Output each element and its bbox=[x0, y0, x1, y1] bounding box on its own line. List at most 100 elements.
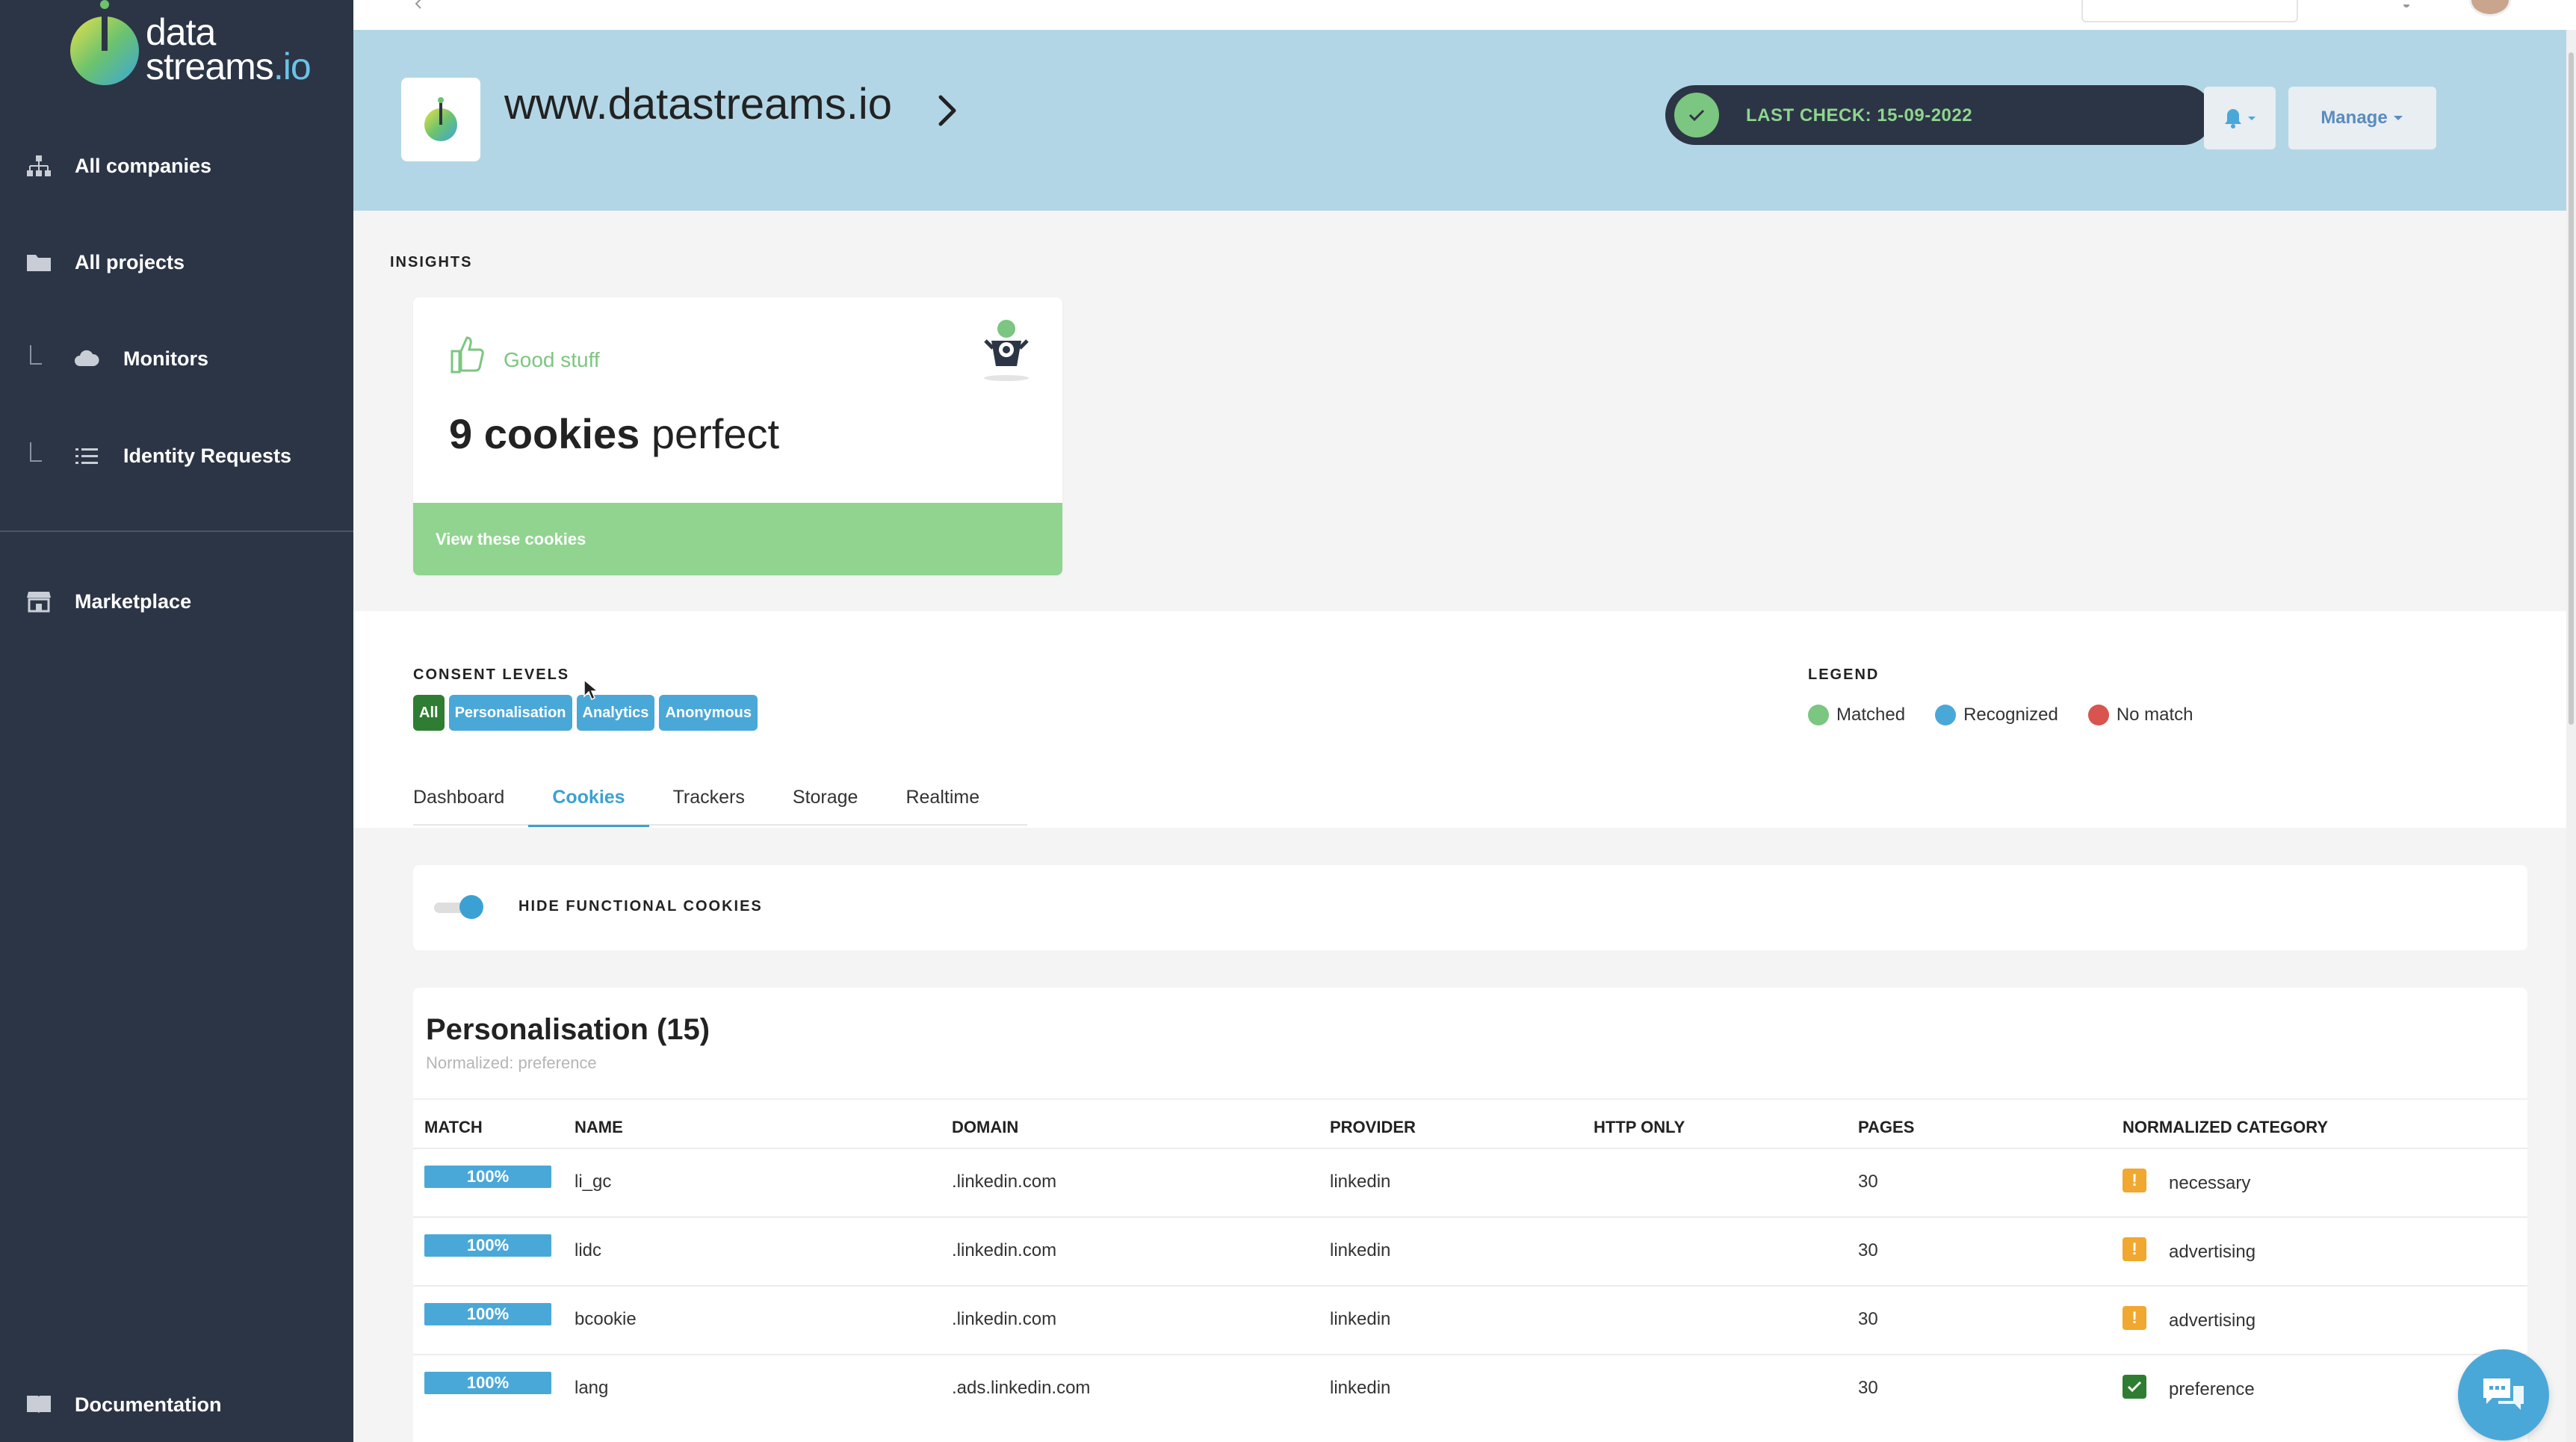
scrollbar[interactable] bbox=[2566, 30, 2576, 1442]
mouse-cursor-icon bbox=[583, 678, 598, 701]
notification-icon[interactable] bbox=[2395, 0, 2418, 7]
cookie-category: advertising bbox=[2169, 1242, 2256, 1262]
chip-anonymous[interactable]: Anonymous bbox=[659, 695, 758, 731]
match-badge: 100% bbox=[424, 1303, 551, 1325]
table-row[interactable]: 100% bcookie .linkedin.com linkedin 30 !… bbox=[413, 1285, 2527, 1354]
sitemap-icon bbox=[25, 152, 52, 179]
legend-no-match: No match bbox=[2087, 705, 2193, 725]
mascot-icon bbox=[984, 320, 1029, 381]
tree-branch-icon bbox=[30, 345, 42, 365]
notifications-button[interactable] bbox=[2204, 87, 2276, 149]
cookie-domain: .ads.linkedin.com bbox=[952, 1378, 1091, 1398]
warning-icon: ! bbox=[2123, 1169, 2146, 1192]
table-header: MATCH NAME DOMAIN PROVIDER HTTP ONLY PAG… bbox=[413, 1098, 2527, 1148]
cookie-domain: .linkedin.com bbox=[952, 1172, 1057, 1192]
checkbox-checked-icon bbox=[2123, 1375, 2146, 1399]
cookie-pages: 30 bbox=[1858, 1378, 1878, 1398]
tab-storage[interactable]: Storage bbox=[793, 781, 882, 826]
chip-all[interactable]: All bbox=[413, 695, 445, 731]
sidebar-item-label: Identity Requests bbox=[123, 444, 292, 467]
chevron-right-icon[interactable] bbox=[929, 88, 965, 133]
cookie-provider: linkedin bbox=[1330, 1309, 1391, 1329]
tab-realtime[interactable]: Realtime bbox=[905, 781, 1003, 826]
insight-card: Good stuff 9 cookies perfect View these … bbox=[413, 297, 1062, 575]
hide-functional-toggle[interactable] bbox=[434, 895, 483, 919]
cookie-provider: linkedin bbox=[1330, 1378, 1391, 1398]
tab-cookies[interactable]: Cookies bbox=[528, 781, 649, 827]
tree-branch-icon bbox=[30, 442, 42, 462]
legend-label: Matched bbox=[1836, 705, 1906, 725]
column-header-domain[interactable]: DOMAIN bbox=[952, 1118, 1018, 1137]
cookie-pages: 30 bbox=[1858, 1309, 1878, 1329]
book-icon bbox=[25, 1391, 52, 1418]
insight-count-rest: perfect bbox=[640, 410, 780, 457]
cookie-name: lidc bbox=[575, 1240, 602, 1260]
sidebar-item-label: All companies bbox=[75, 154, 212, 177]
chip-personalisation[interactable]: Personalisation bbox=[448, 695, 572, 731]
bell-icon bbox=[2225, 109, 2255, 129]
legend-dot bbox=[2087, 705, 2109, 725]
cookie-pages: 30 bbox=[1858, 1172, 1878, 1192]
toggle-label: HIDE FUNCTIONAL COOKIES bbox=[518, 898, 763, 915]
list-icon bbox=[73, 442, 100, 469]
cookie-name: bcookie bbox=[575, 1309, 637, 1329]
cookie-name: lang bbox=[575, 1378, 609, 1398]
search-input[interactable] bbox=[2081, 0, 2298, 22]
legend-matched: Matched bbox=[1808, 705, 1905, 725]
table-row[interactable]: 100% li_gc .linkedin.com linkedin 30 ! n… bbox=[413, 1148, 2527, 1216]
datastreams-logo[interactable]: data streams.io bbox=[69, 0, 312, 90]
last-check-label: LAST CHECK: 15-09-2022 bbox=[1746, 105, 1973, 126]
toggle-knob bbox=[459, 895, 483, 919]
cookie-pages: 30 bbox=[1858, 1240, 1878, 1260]
column-header-http-only[interactable]: HTTP ONLY bbox=[1594, 1118, 1685, 1137]
project-header: www.datastreams.io LAST CHECK: 15-09-202… bbox=[353, 30, 2566, 211]
cookie-name: li_gc bbox=[575, 1172, 612, 1192]
column-header-normalized-category[interactable]: NORMALIZED CATEGORY bbox=[2123, 1118, 2328, 1137]
legend: Matched Recognized No match bbox=[1808, 705, 2211, 725]
sidebar-item-documentation[interactable]: Documentation bbox=[0, 1375, 353, 1435]
filter-card: HIDE FUNCTIONAL COOKIES bbox=[413, 865, 2527, 950]
sidebar-item-monitors[interactable]: Monitors bbox=[0, 329, 353, 389]
chat-button[interactable] bbox=[2458, 1349, 2549, 1441]
caret-down-icon bbox=[2393, 116, 2403, 120]
warning-icon: ! bbox=[2123, 1237, 2146, 1261]
cookie-provider: linkedin bbox=[1330, 1172, 1391, 1192]
logo-mark-icon bbox=[70, 0, 139, 85]
warning-icon: ! bbox=[2123, 1306, 2146, 1330]
legend-heading: LEGEND bbox=[1808, 666, 1880, 683]
avatar[interactable] bbox=[2469, 0, 2511, 16]
cookie-domain: .linkedin.com bbox=[952, 1240, 1057, 1260]
legend-label: No match bbox=[2116, 705, 2193, 725]
sidebar-item-all-companies[interactable]: All companies bbox=[0, 136, 353, 196]
sidebar-item-label: Marketplace bbox=[75, 590, 192, 613]
insights-heading: INSIGHTS bbox=[390, 254, 473, 270]
manage-dropdown-button[interactable]: Manage bbox=[2288, 87, 2436, 149]
scrollbar-thumb[interactable] bbox=[2569, 52, 2574, 725]
cookie-table-card: Personalisation (15) Normalized: prefere… bbox=[413, 988, 2527, 1442]
legend-dot bbox=[1935, 705, 1957, 725]
tabs: Dashboard Cookies Trackers Storage Realt… bbox=[413, 781, 1028, 827]
column-header-name[interactable]: NAME bbox=[575, 1118, 623, 1137]
legend-label: Recognized bbox=[1963, 705, 2058, 725]
consent-levels-heading: CONSENT LEVELS bbox=[413, 666, 570, 683]
cookie-category: necessary bbox=[2169, 1173, 2251, 1193]
table-row[interactable]: 100% lang .ads.linkedin.com linkedin 30 … bbox=[413, 1354, 2527, 1423]
view-cookies-button[interactable]: View these cookies bbox=[413, 503, 1062, 575]
table-row[interactable]: 100% lidc .linkedin.com linkedin 30 ! ad… bbox=[413, 1216, 2527, 1285]
cloud-icon bbox=[73, 345, 100, 372]
tab-dashboard[interactable]: Dashboard bbox=[413, 781, 528, 826]
back-link[interactable] bbox=[413, 0, 424, 13]
column-header-pages[interactable]: PAGES bbox=[1858, 1118, 1914, 1137]
column-header-match[interactable]: MATCH bbox=[424, 1118, 483, 1137]
sidebar-item-identity-requests[interactable]: Identity Requests bbox=[0, 426, 353, 486]
sidebar-item-all-projects[interactable]: All projects bbox=[0, 232, 353, 292]
insight-count: 9 cookies perfect bbox=[449, 409, 779, 458]
sidebar-item-label: All projects bbox=[75, 250, 185, 273]
sidebar-item-marketplace[interactable]: Marketplace bbox=[0, 572, 353, 631]
check-icon bbox=[1674, 93, 1719, 137]
tab-trackers[interactable]: Trackers bbox=[673, 781, 769, 826]
logo-suffix: .io bbox=[273, 46, 312, 87]
column-header-provider[interactable]: PROVIDER bbox=[1330, 1118, 1416, 1137]
chevron-left-icon bbox=[415, 0, 421, 9]
top-bar bbox=[353, 0, 2576, 30]
